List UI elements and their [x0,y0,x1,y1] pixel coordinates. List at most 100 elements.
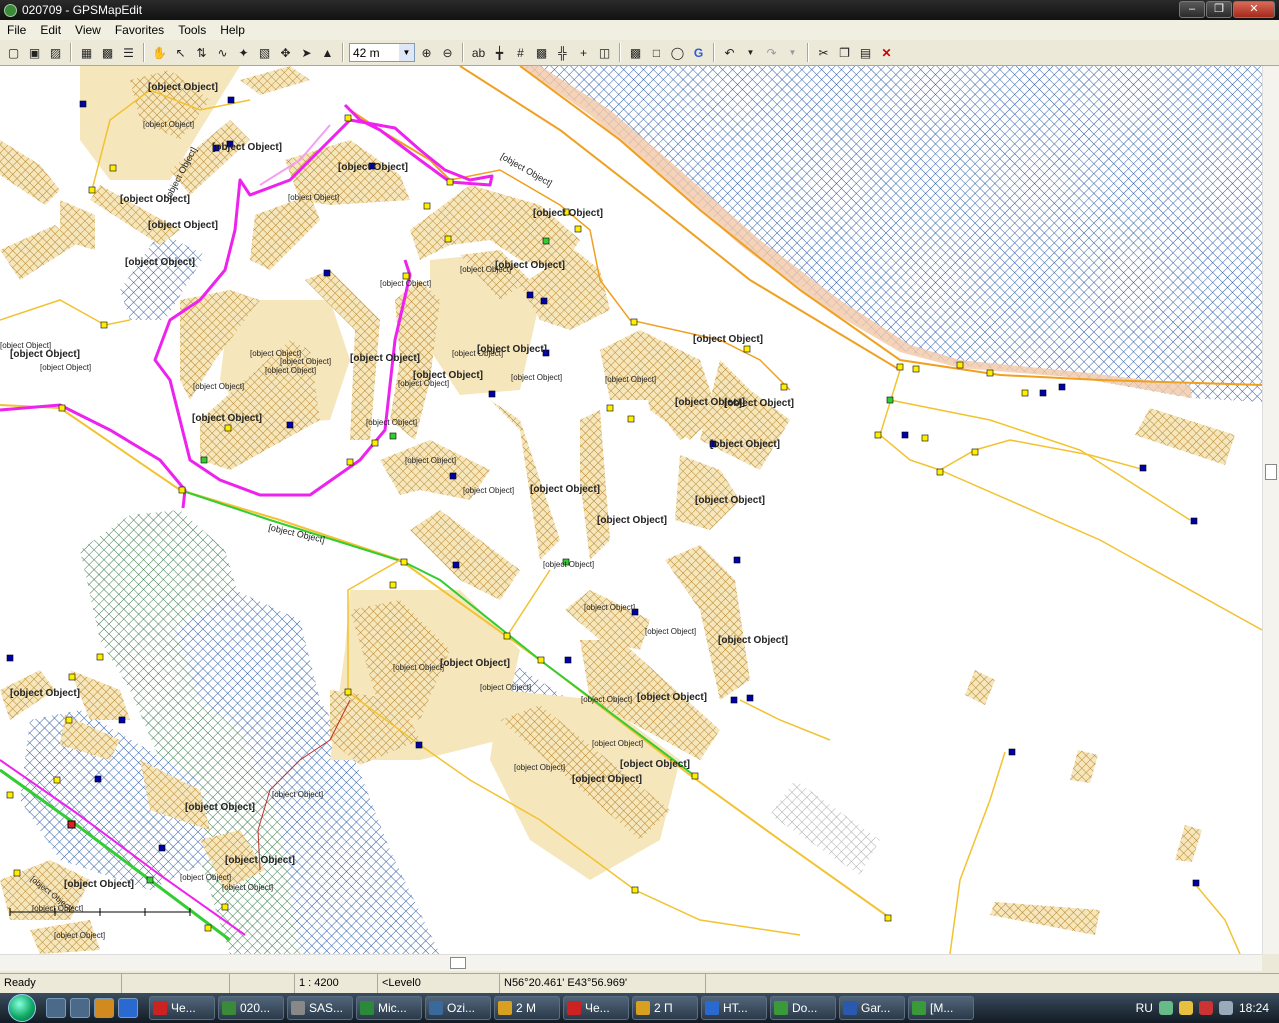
map-node[interactable] [323,269,331,277]
map-node[interactable] [286,421,294,429]
map-node[interactable] [94,775,102,783]
map-node[interactable] [96,653,104,661]
map-node[interactable] [1058,383,1066,391]
map-node[interactable] [733,556,741,564]
map-node[interactable] [936,468,944,476]
map-node[interactable] [874,431,882,439]
map-node[interactable] [1021,389,1029,397]
map-node[interactable] [743,345,751,353]
copy-icon[interactable]: ❐ [835,43,854,62]
hatch-icon[interactable]: ▩ [532,43,551,62]
map-node[interactable] [53,776,61,784]
map-node[interactable] [68,673,76,681]
map-node[interactable] [146,876,154,884]
map-node[interactable] [956,361,964,369]
menu-tools[interactable]: Tools [171,23,213,37]
map-node[interactable] [896,363,904,371]
taskbar-button[interactable]: 2 M [494,996,560,1020]
menu-help[interactable]: Help [213,23,252,37]
map-node[interactable] [901,431,909,439]
maximize-button[interactable]: ❐ [1206,1,1232,18]
scroll-thumb[interactable] [450,957,466,969]
map-node[interactable] [1192,879,1200,887]
map-node[interactable] [446,178,454,186]
map-node[interactable] [6,791,14,799]
map-node[interactable] [204,924,212,932]
map-node[interactable] [227,96,235,104]
map-node[interactable] [780,383,788,391]
map-node[interactable] [1139,464,1147,472]
map-node[interactable] [158,844,166,852]
close-button[interactable]: ✕ [1233,1,1275,18]
undo-icon[interactable]: ↶ [720,43,739,62]
map-node[interactable] [178,486,186,494]
paste-icon[interactable]: ▤ [856,43,875,62]
ruler-icon[interactable]: ╈ [490,43,509,62]
chevron-down-icon[interactable]: ▼ [741,43,760,62]
map-node[interactable] [1039,389,1047,397]
scroll-thumb[interactable] [1265,464,1277,480]
map-node[interactable] [109,164,117,172]
map-node[interactable] [58,404,66,412]
info-icon[interactable]: ◯ [668,43,687,62]
map-node[interactable] [444,235,452,243]
map-node[interactable] [631,886,639,894]
waypoint-icon[interactable]: ➤ [297,43,316,62]
media-player-icon[interactable] [94,998,114,1018]
ab-icon[interactable]: ab [469,43,488,62]
volume-icon[interactable] [1218,1001,1233,1015]
tray-icon[interactable] [1198,1001,1213,1015]
menu-edit[interactable]: Edit [33,23,68,37]
map-node[interactable] [526,291,534,299]
map-node[interactable] [452,561,460,569]
map-node[interactable] [88,186,96,194]
map-node[interactable] [564,656,572,664]
map-svg[interactable]: [object Object] [object Object] [object Ob… [0,66,1262,954]
map-node[interactable] [371,439,379,447]
map-node[interactable] [100,321,108,329]
properties-icon[interactable]: ▦ [77,43,96,62]
internet-explorer-icon[interactable] [118,998,138,1018]
map-node[interactable] [13,869,21,877]
chevron-down-icon[interactable]: ▼ [399,44,414,61]
map-node[interactable] [537,656,545,664]
map-node[interactable] [488,390,496,398]
map-node[interactable] [746,694,754,702]
map-node[interactable] [389,581,397,589]
trace-icon[interactable]: ▧ [255,43,274,62]
print-icon[interactable]: ▩ [98,43,117,62]
map-node[interactable] [6,654,14,662]
map-node[interactable] [630,318,638,326]
taskbar-button[interactable]: 020... [218,996,284,1020]
map-node[interactable] [503,632,511,640]
language-indicator[interactable]: RU [1136,1001,1153,1015]
add-icon[interactable]: + [574,43,593,62]
map-canvas[interactable]: [object Object] [object Object] [object Ob… [0,66,1262,954]
taskbar-button[interactable]: Че... [149,996,215,1020]
map-node[interactable] [423,202,431,210]
cut-icon[interactable]: ✂ [814,43,833,62]
zoom-select[interactable]: 42 m ▼ [349,43,415,62]
route-icon[interactable]: ╬ [553,43,572,62]
map-node[interactable] [730,696,738,704]
chevron-down-icon[interactable]: ▼ [783,43,802,62]
zoom-out-icon[interactable]: ⊖ [438,43,457,62]
map-node[interactable] [221,903,229,911]
map-node[interactable] [912,365,920,373]
taskbar-button[interactable]: Mic... [356,996,422,1020]
img-icon[interactable]: ▩ [626,43,645,62]
map-node[interactable] [400,558,408,566]
save-icon[interactable]: ▣ [25,43,44,62]
hand-icon[interactable]: ✋ [150,43,169,62]
taskbar-button[interactable]: [M... [908,996,974,1020]
page-icon[interactable]: □ [647,43,666,62]
map-node[interactable] [884,914,892,922]
map-node[interactable] [1190,517,1198,525]
vertical-scrollbar[interactable] [1262,66,1279,954]
taskbar-button[interactable]: Gar... [839,996,905,1020]
open-icon[interactable]: ▨ [46,43,65,62]
tray-icon[interactable] [1178,1001,1193,1015]
taskbar-button[interactable]: 2 П [632,996,698,1020]
map-node[interactable] [200,456,208,464]
menu-file[interactable]: File [0,23,33,37]
